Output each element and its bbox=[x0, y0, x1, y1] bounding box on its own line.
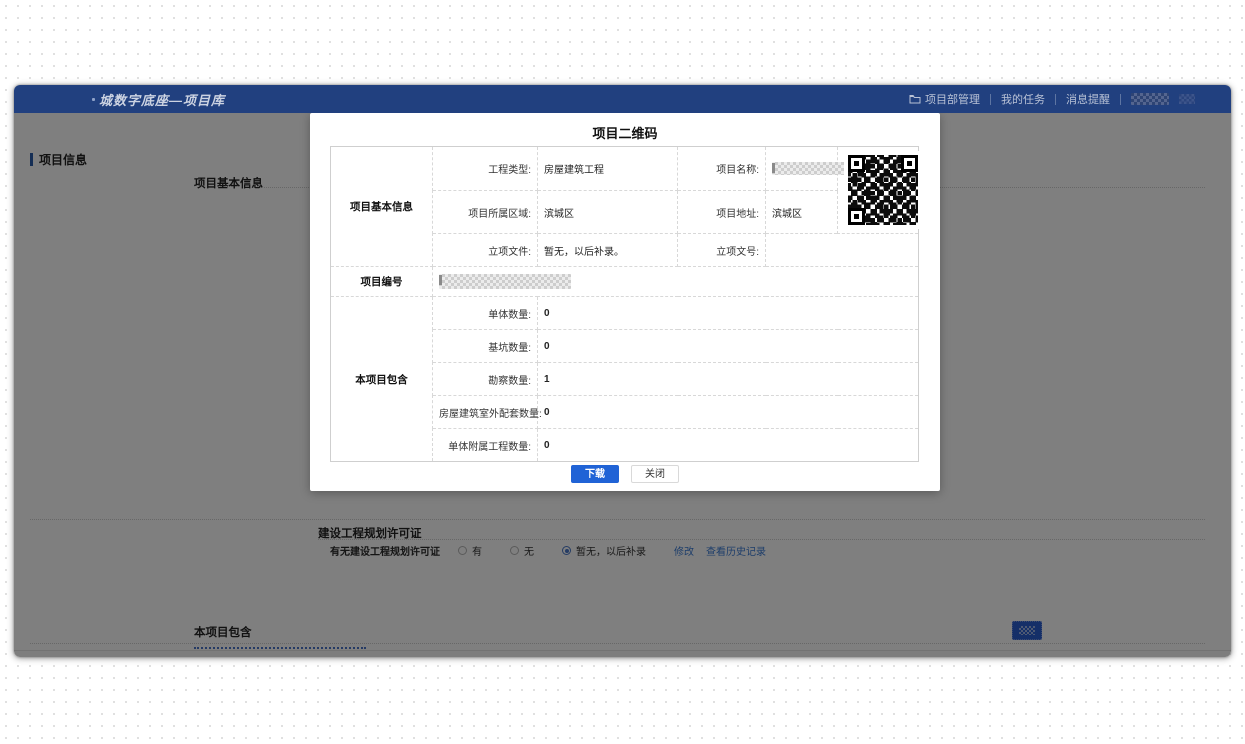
nav-project-dept-label: 项目部管理 bbox=[925, 91, 980, 107]
nav-user-redacted[interactable] bbox=[1131, 93, 1169, 105]
engineering-type-value: 房屋建筑工程 bbox=[538, 147, 678, 191]
nav-my-tasks-label: 我的任务 bbox=[1001, 91, 1045, 107]
qr-info-table: 项目基本信息 工程类型: 房屋建筑工程 项目名称: 项目所属区域: 滨城区 项目… bbox=[330, 146, 919, 462]
unit-count-label: 单体数量: bbox=[433, 297, 538, 330]
group-project-code: 项目编号 bbox=[331, 267, 433, 297]
username-redacted-block bbox=[1131, 93, 1169, 105]
table-row: 本项目包含 单体数量: 0 bbox=[331, 297, 919, 330]
approval-number-label: 立项文号: bbox=[678, 234, 766, 267]
address-value: 滨城区 bbox=[766, 191, 838, 234]
address-label: 项目地址: bbox=[678, 191, 766, 234]
survey-count-label: 勘察数量: bbox=[433, 363, 538, 396]
top-navbar: 城数字底座—项目库 项目部管理 我的任务 消息提醒 bbox=[14, 85, 1231, 113]
region-label: 项目所属区域: bbox=[433, 191, 538, 234]
nav-messages[interactable]: 消息提醒 bbox=[1066, 91, 1110, 107]
project-code-redacted-block bbox=[439, 274, 571, 289]
project-code-value bbox=[433, 267, 919, 297]
nav-separator bbox=[1120, 94, 1121, 105]
qr-modal: 项目二维码 项目基本信息 工程类型: 房屋建筑工程 项目名称: bbox=[310, 113, 940, 491]
qr-finder-icon bbox=[848, 155, 865, 172]
group-basic-info: 项目基本信息 bbox=[331, 147, 433, 267]
engineering-type-label: 工程类型: bbox=[433, 147, 538, 191]
nav-my-tasks[interactable]: 我的任务 bbox=[1001, 91, 1045, 107]
nav-project-dept[interactable]: 项目部管理 bbox=[909, 91, 980, 107]
table-row: 项目基本信息 工程类型: 房屋建筑工程 项目名称: bbox=[331, 147, 919, 191]
outdoor-support-count-value: 0 bbox=[538, 396, 919, 429]
nav-separator bbox=[990, 94, 991, 105]
attached-work-count-label: 单体附属工程数量: bbox=[433, 429, 538, 462]
download-button[interactable]: 下载 bbox=[571, 465, 619, 483]
attached-work-count-value: 0 bbox=[538, 429, 919, 462]
pit-count-value: 0 bbox=[538, 330, 919, 363]
nav-separator bbox=[1055, 94, 1056, 105]
qr-code-cell bbox=[838, 147, 919, 234]
approval-file-label: 立项文件: bbox=[433, 234, 538, 267]
table-row: 项目编号 bbox=[331, 267, 919, 297]
close-button[interactable]: 关闭 bbox=[631, 465, 679, 483]
nav-trailing-redacted-block bbox=[1179, 94, 1195, 104]
nav-messages-label: 消息提醒 bbox=[1066, 91, 1110, 107]
approval-file-value: 暂无，以后补录。 bbox=[538, 234, 678, 267]
project-name-value bbox=[766, 147, 838, 191]
group-includes: 本项目包含 bbox=[331, 297, 433, 462]
region-value: 滨城区 bbox=[538, 191, 678, 234]
top-nav-links: 项目部管理 我的任务 消息提醒 bbox=[909, 91, 1195, 107]
unit-count-value: 0 bbox=[538, 297, 919, 330]
modal-button-row: 下载 关闭 bbox=[310, 465, 940, 483]
survey-count-value: 1 bbox=[538, 363, 919, 396]
app-title: 城数字底座—项目库 bbox=[99, 90, 225, 109]
qr-finder-icon bbox=[901, 155, 918, 172]
app-window: 城数字底座—项目库 项目部管理 我的任务 消息提醒 bbox=[14, 85, 1231, 657]
pit-count-label: 基坑数量: bbox=[433, 330, 538, 363]
modal-title: 项目二维码 bbox=[310, 113, 940, 142]
brand-logo-mark bbox=[92, 98, 95, 101]
project-name-label: 项目名称: bbox=[678, 147, 766, 191]
folder-icon bbox=[909, 94, 921, 104]
qr-finder-icon bbox=[848, 208, 865, 225]
project-qr-code bbox=[844, 151, 922, 229]
brand: 城数字底座—项目库 bbox=[92, 90, 225, 109]
approval-number-value bbox=[766, 234, 919, 267]
outdoor-support-count-label: 房屋建筑室外配套数量: bbox=[433, 396, 538, 429]
